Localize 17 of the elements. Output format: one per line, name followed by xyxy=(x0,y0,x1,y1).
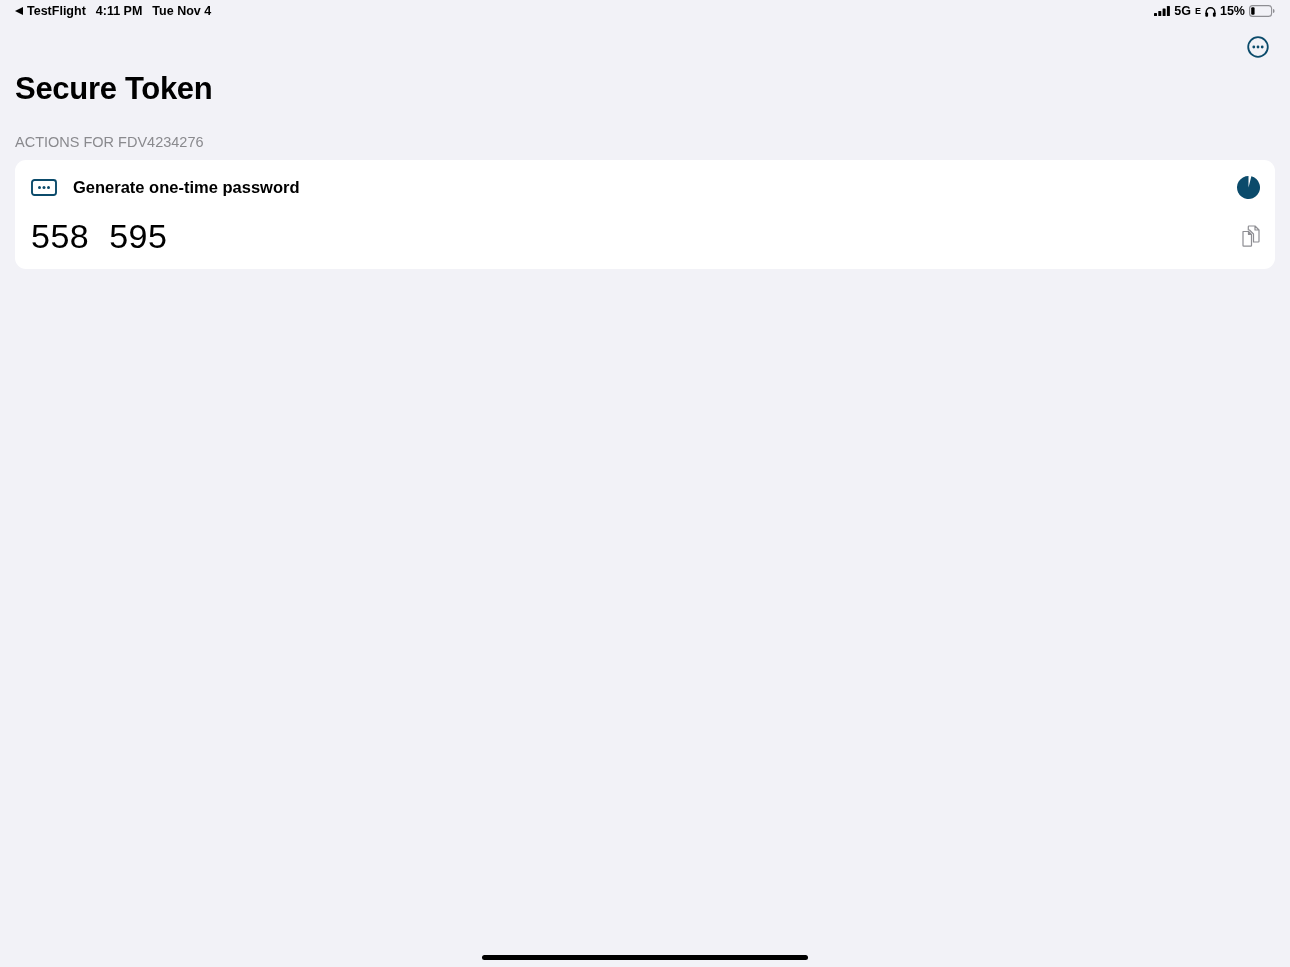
password-dots-icon xyxy=(31,178,57,196)
back-triangle-icon xyxy=(15,7,23,15)
status-date: Tue Nov 4 xyxy=(152,3,212,20)
status-time: 4:11 PM xyxy=(95,3,143,20)
battery-icon xyxy=(1249,5,1275,17)
copy-button[interactable] xyxy=(1242,225,1260,247)
battery-percent: 15% xyxy=(1219,3,1245,20)
more-button[interactable] xyxy=(1247,36,1269,58)
network-type: 5G xyxy=(1174,3,1191,20)
headphones-icon xyxy=(1204,5,1216,17)
back-to-app-link[interactable]: TestFlight xyxy=(15,0,86,22)
page-title: Secure Token xyxy=(14,70,214,108)
section-header: ACTIONS FOR FDV4234276 xyxy=(15,133,205,152)
one-time-code: 558 595 xyxy=(31,216,168,256)
network-subtype: E xyxy=(1194,5,1201,18)
signal-icon xyxy=(1154,6,1171,16)
action-label: Generate one-time password xyxy=(73,177,300,197)
